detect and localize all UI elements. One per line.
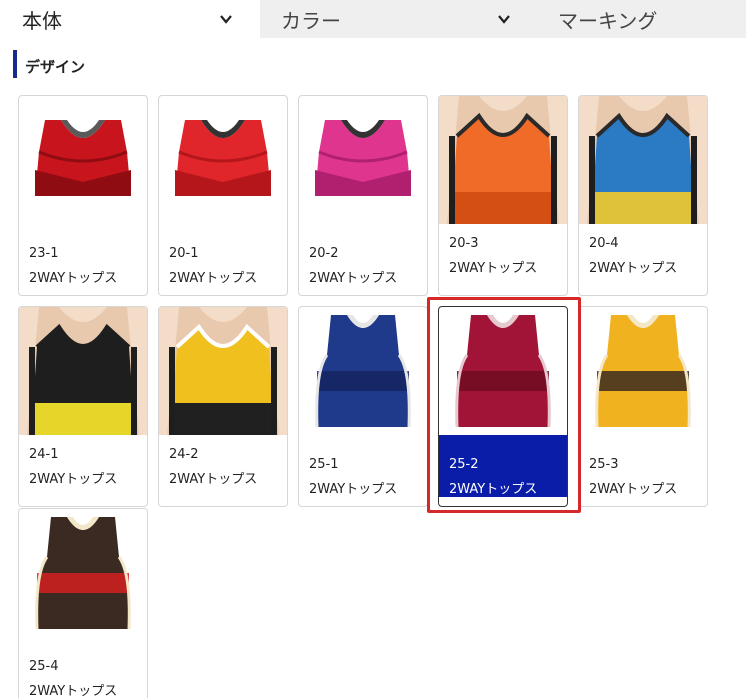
chevron-down-icon: [497, 12, 511, 26]
chevron-down-icon: [219, 12, 233, 26]
garment-image: [579, 307, 707, 435]
design-card[interactable]: 25-4 2WAYトップス: [18, 508, 148, 698]
design-name: 2WAYトップス: [169, 472, 258, 487]
tab-marking-label: マーキング: [558, 8, 658, 33]
garment-image: [299, 96, 427, 224]
design-name: 2WAYトップス: [169, 271, 258, 286]
design-tabs: 本体 カラー マーキング: [0, 0, 746, 38]
tab-color-label: カラー: [281, 8, 341, 33]
design-code: 20-3: [449, 236, 479, 251]
tab-body[interactable]: 本体: [0, 0, 260, 38]
design-card[interactable]: 24-1 2WAYトップス: [18, 306, 148, 507]
design-card[interactable]: 25-1 2WAYトップス: [298, 306, 428, 507]
design-name: 2WAYトップス: [29, 271, 118, 286]
tab-color[interactable]: カラー: [260, 0, 530, 38]
design-code: 25-3: [589, 457, 619, 472]
design-name: 2WAYトップス: [589, 482, 678, 497]
tab-marking[interactable]: マーキング: [530, 0, 746, 38]
design-name: 2WAYトップス: [309, 271, 398, 286]
garment-image: [19, 96, 147, 224]
garment-image: [19, 307, 147, 435]
garment-image: [299, 307, 427, 435]
design-card[interactable]: 25-2 2WAYトップス: [438, 306, 568, 507]
garment-image: [19, 509, 147, 637]
garment-image: [159, 96, 287, 224]
design-code: 23-1: [29, 246, 59, 261]
design-name: 2WAYトップス: [449, 482, 538, 497]
tab-body-label: 本体: [22, 8, 62, 33]
design-card[interactable]: 20-3 2WAYトップス: [438, 95, 568, 296]
garment-image: [159, 307, 287, 435]
design-code: 20-2: [309, 246, 339, 261]
garment-image: [439, 96, 567, 224]
design-name: 2WAYトップス: [29, 684, 118, 698]
design-code: 24-1: [29, 447, 59, 462]
section-accent-bar: [13, 50, 17, 78]
design-card[interactable]: 20-1 2WAYトップス: [158, 95, 288, 296]
design-name: 2WAYトップス: [309, 482, 398, 497]
section-title: デザイン: [25, 58, 86, 76]
design-card[interactable]: 20-4 2WAYトップス: [578, 95, 708, 296]
design-code: 20-1: [169, 246, 199, 261]
design-code: 25-2: [449, 457, 479, 472]
design-code: 25-4: [29, 659, 59, 674]
design-card[interactable]: 24-2 2WAYトップス: [158, 306, 288, 507]
design-card[interactable]: 20-2 2WAYトップス: [298, 95, 428, 296]
design-name: 2WAYトップス: [449, 261, 538, 276]
design-code: 25-1: [309, 457, 339, 472]
design-code: 24-2: [169, 447, 199, 462]
garment-image: [439, 307, 567, 435]
design-name: 2WAYトップス: [29, 472, 118, 487]
design-name: 2WAYトップス: [589, 261, 678, 276]
design-code: 20-4: [589, 236, 619, 251]
design-card[interactable]: 23-1 2WAYトップス: [18, 95, 148, 296]
garment-image: [579, 96, 707, 224]
design-card[interactable]: 25-3 2WAYトップス: [578, 306, 708, 507]
